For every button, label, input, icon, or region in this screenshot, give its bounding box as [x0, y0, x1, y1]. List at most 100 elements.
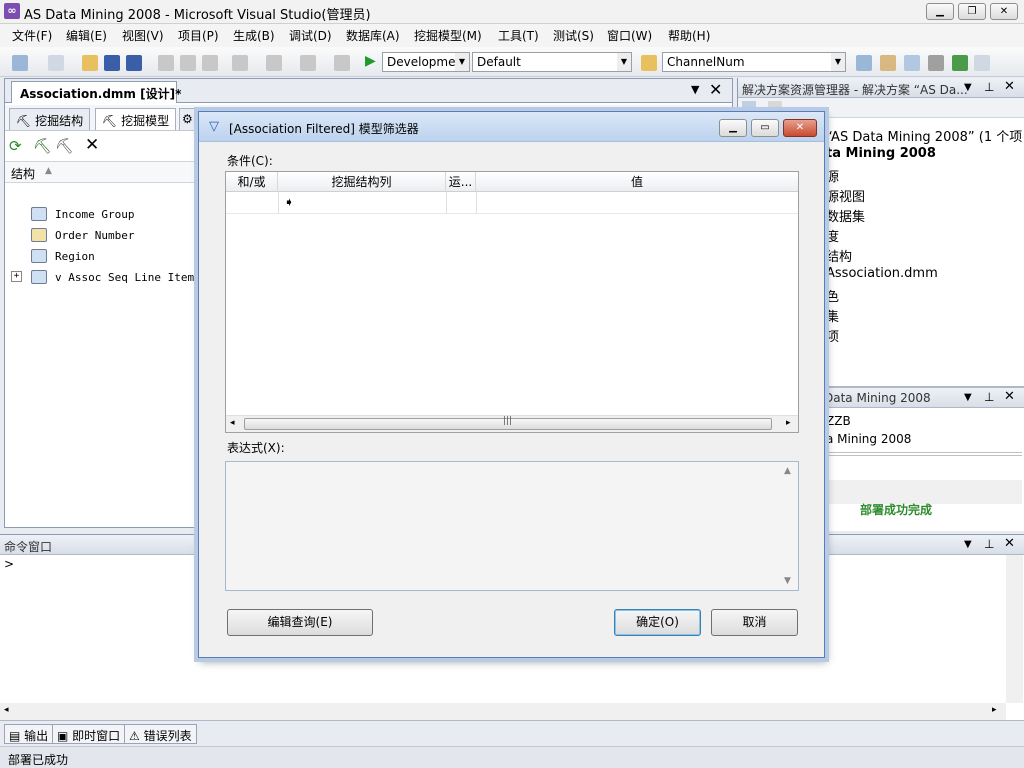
close-document-icon[interactable]: ✕ — [709, 80, 722, 99]
copy-icon[interactable] — [180, 55, 196, 71]
grid-header-and-or[interactable]: 和/或 — [226, 172, 278, 192]
close-pane-icon[interactable]: ✕ — [1004, 536, 1015, 551]
ok-button[interactable]: 确定(O) — [614, 609, 701, 636]
pane-dropdown-icon[interactable]: ▼ — [964, 392, 972, 403]
tree-item-mining-structures[interactable]: 结构 — [826, 246, 852, 265]
add-model-icon[interactable]: ⟳ — [9, 137, 22, 155]
edit-query-button[interactable]: 编辑查询(E) — [227, 609, 373, 636]
start-debug-icon[interactable]: ▶ — [365, 53, 376, 69]
pane-dropdown-icon[interactable]: ▼ — [964, 539, 972, 550]
grid-header-operator[interactable]: 运... — [446, 172, 476, 192]
navigate-back-icon[interactable] — [300, 55, 316, 71]
tools-icon[interactable] — [928, 55, 944, 71]
menu-edit[interactable]: 编辑(E) — [66, 27, 107, 44]
save-all-icon[interactable] — [126, 55, 142, 71]
menu-file[interactable]: 文件(F) — [12, 27, 52, 44]
command-prompt[interactable]: > — [4, 557, 14, 571]
expand-icon[interactable]: + — [11, 271, 22, 282]
delete-icon[interactable]: ✕ — [85, 135, 99, 155]
set-algorithm-icon[interactable]: ⛏ — [55, 137, 74, 155]
tab-mining-models[interactable]: ⛏ 挖掘模型 — [95, 108, 177, 130]
redo-icon[interactable] — [266, 55, 282, 71]
navigate-forward-icon[interactable] — [334, 55, 350, 71]
dialog-close-button[interactable]: ✕ — [783, 119, 817, 137]
minimize-button[interactable]: ▁ — [926, 3, 954, 20]
menu-build[interactable]: 生成(B) — [233, 27, 275, 44]
tree-item-roles[interactable]: 色 — [826, 286, 839, 305]
vertical-scrollbar[interactable] — [1006, 555, 1023, 703]
grid-horizontal-scrollbar[interactable]: ◂ ||| ▸ — [226, 415, 798, 432]
cut-icon[interactable] — [158, 55, 174, 71]
platform-dropdown[interactable]: Default ▼ — [472, 52, 632, 72]
pin-icon[interactable]: ⊥ — [984, 390, 994, 404]
tree-item-solution[interactable]: “AS Data Mining 2008” (1 个项目) — [826, 126, 1024, 145]
command-window-icon[interactable] — [974, 55, 990, 71]
start-page-icon[interactable] — [952, 55, 968, 71]
process-model-icon[interactable]: ⛏ — [33, 137, 52, 155]
open-folder-icon[interactable] — [82, 55, 98, 71]
cancel-button[interactable]: 取消 — [711, 609, 798, 636]
tree-item-data-sources[interactable]: 源 — [826, 166, 839, 185]
scroll-left-icon[interactable]: ◂ — [230, 418, 235, 428]
properties-icon[interactable] — [880, 55, 896, 71]
close-pane-icon[interactable]: ✕ — [1004, 79, 1015, 94]
save-icon[interactable] — [104, 55, 120, 71]
tab-output[interactable]: ▤ 输出 — [4, 724, 54, 744]
list-item[interactable]: Order Number — [5, 226, 199, 246]
conditions-grid[interactable]: 和/或 挖掘结构列 运... 值 ➧ ◂ ||| ▸ — [225, 171, 799, 433]
scroll-right-icon[interactable]: ▸ — [992, 705, 997, 715]
add-item-icon[interactable] — [48, 55, 64, 71]
tree-item-project[interactable]: ta Mining 2008 — [826, 146, 936, 161]
solution-config-dropdown[interactable]: Developmer ▼ — [382, 52, 470, 72]
structure-column-header[interactable]: 结构 ▲ — [5, 161, 199, 183]
tree-item-association-dmm[interactable]: Association.dmm — [826, 266, 938, 281]
grid-header-value[interactable]: 值 — [476, 172, 798, 192]
tree-item-dimensions[interactable]: 度 — [826, 226, 839, 245]
pane-dropdown-icon[interactable]: ▼ — [964, 82, 972, 93]
menu-test[interactable]: 测试(S) — [553, 27, 594, 44]
menu-view[interactable]: 视图(V) — [122, 27, 164, 44]
list-item[interactable]: Income Group — [5, 205, 199, 225]
tree-item-misc[interactable]: 项 — [826, 326, 839, 345]
pin-icon[interactable]: ⊥ — [984, 80, 994, 94]
find-in-files-icon[interactable] — [641, 55, 657, 71]
scroll-left-icon[interactable]: ◂ — [4, 705, 9, 715]
tree-item-data-source-views[interactable]: 源视图 — [826, 186, 865, 205]
menu-tools[interactable]: 工具(T) — [498, 27, 539, 44]
dialog-minimize-button[interactable]: ▁ — [719, 119, 747, 137]
find-dropdown[interactable]: ChannelNum ▼ — [662, 52, 846, 72]
list-item[interactable]: Region — [5, 247, 199, 267]
scroll-up-icon[interactable]: ▲ — [784, 466, 791, 476]
scroll-down-icon[interactable]: ▼ — [784, 576, 791, 586]
menu-debug[interactable]: 调试(D) — [289, 27, 332, 44]
new-project-icon[interactable] — [12, 55, 28, 71]
maximize-button[interactable]: ❐ — [958, 3, 986, 20]
menu-mining-model[interactable]: 挖掘模型(M) — [414, 27, 482, 44]
close-window-button[interactable]: ✕ — [990, 3, 1018, 20]
menu-window[interactable]: 窗口(W) — [607, 27, 652, 44]
solution-explorer-icon[interactable] — [856, 55, 872, 71]
tab-dropdown-icon[interactable]: ▼ — [691, 83, 699, 96]
menu-project[interactable]: 项目(P) — [178, 27, 219, 44]
close-pane-icon[interactable]: ✕ — [1004, 389, 1015, 404]
list-item[interactable]: + v Assoc Seq Line Items — [5, 268, 201, 288]
document-tab-association[interactable]: Association.dmm [设计]* — [11, 81, 181, 103]
tree-item-cubes[interactable]: 数据集 — [826, 206, 865, 225]
tab-mining-structure[interactable]: ⛏ 挖掘结构 — [9, 108, 91, 130]
horizontal-scrollbar[interactable]: ◂ ▸ — [0, 703, 1006, 720]
table-row[interactable]: ➧ — [226, 192, 798, 214]
menu-help[interactable]: 帮助(H) — [668, 27, 710, 44]
tab-error-list[interactable]: ⚠ 错误列表 — [124, 724, 197, 744]
expression-textarea[interactable]: ▲ ▼ — [225, 461, 799, 591]
menu-database[interactable]: 数据库(A) — [346, 27, 400, 44]
tree-item-assemblies[interactable]: 集 — [826, 306, 839, 325]
scroll-right-icon[interactable]: ▸ — [786, 418, 791, 428]
dialog-maximize-button[interactable]: ▭ — [751, 119, 779, 137]
toolbox-icon[interactable] — [904, 55, 920, 71]
paste-icon[interactable] — [202, 55, 218, 71]
scroll-thumb[interactable]: ||| — [244, 416, 772, 430]
undo-icon[interactable] — [232, 55, 248, 71]
grid-header-structure-column[interactable]: 挖掘结构列 — [278, 172, 446, 192]
tab-immediate[interactable]: ▣ 即时窗口 — [52, 724, 126, 744]
pin-icon[interactable]: ⊥ — [984, 537, 994, 551]
